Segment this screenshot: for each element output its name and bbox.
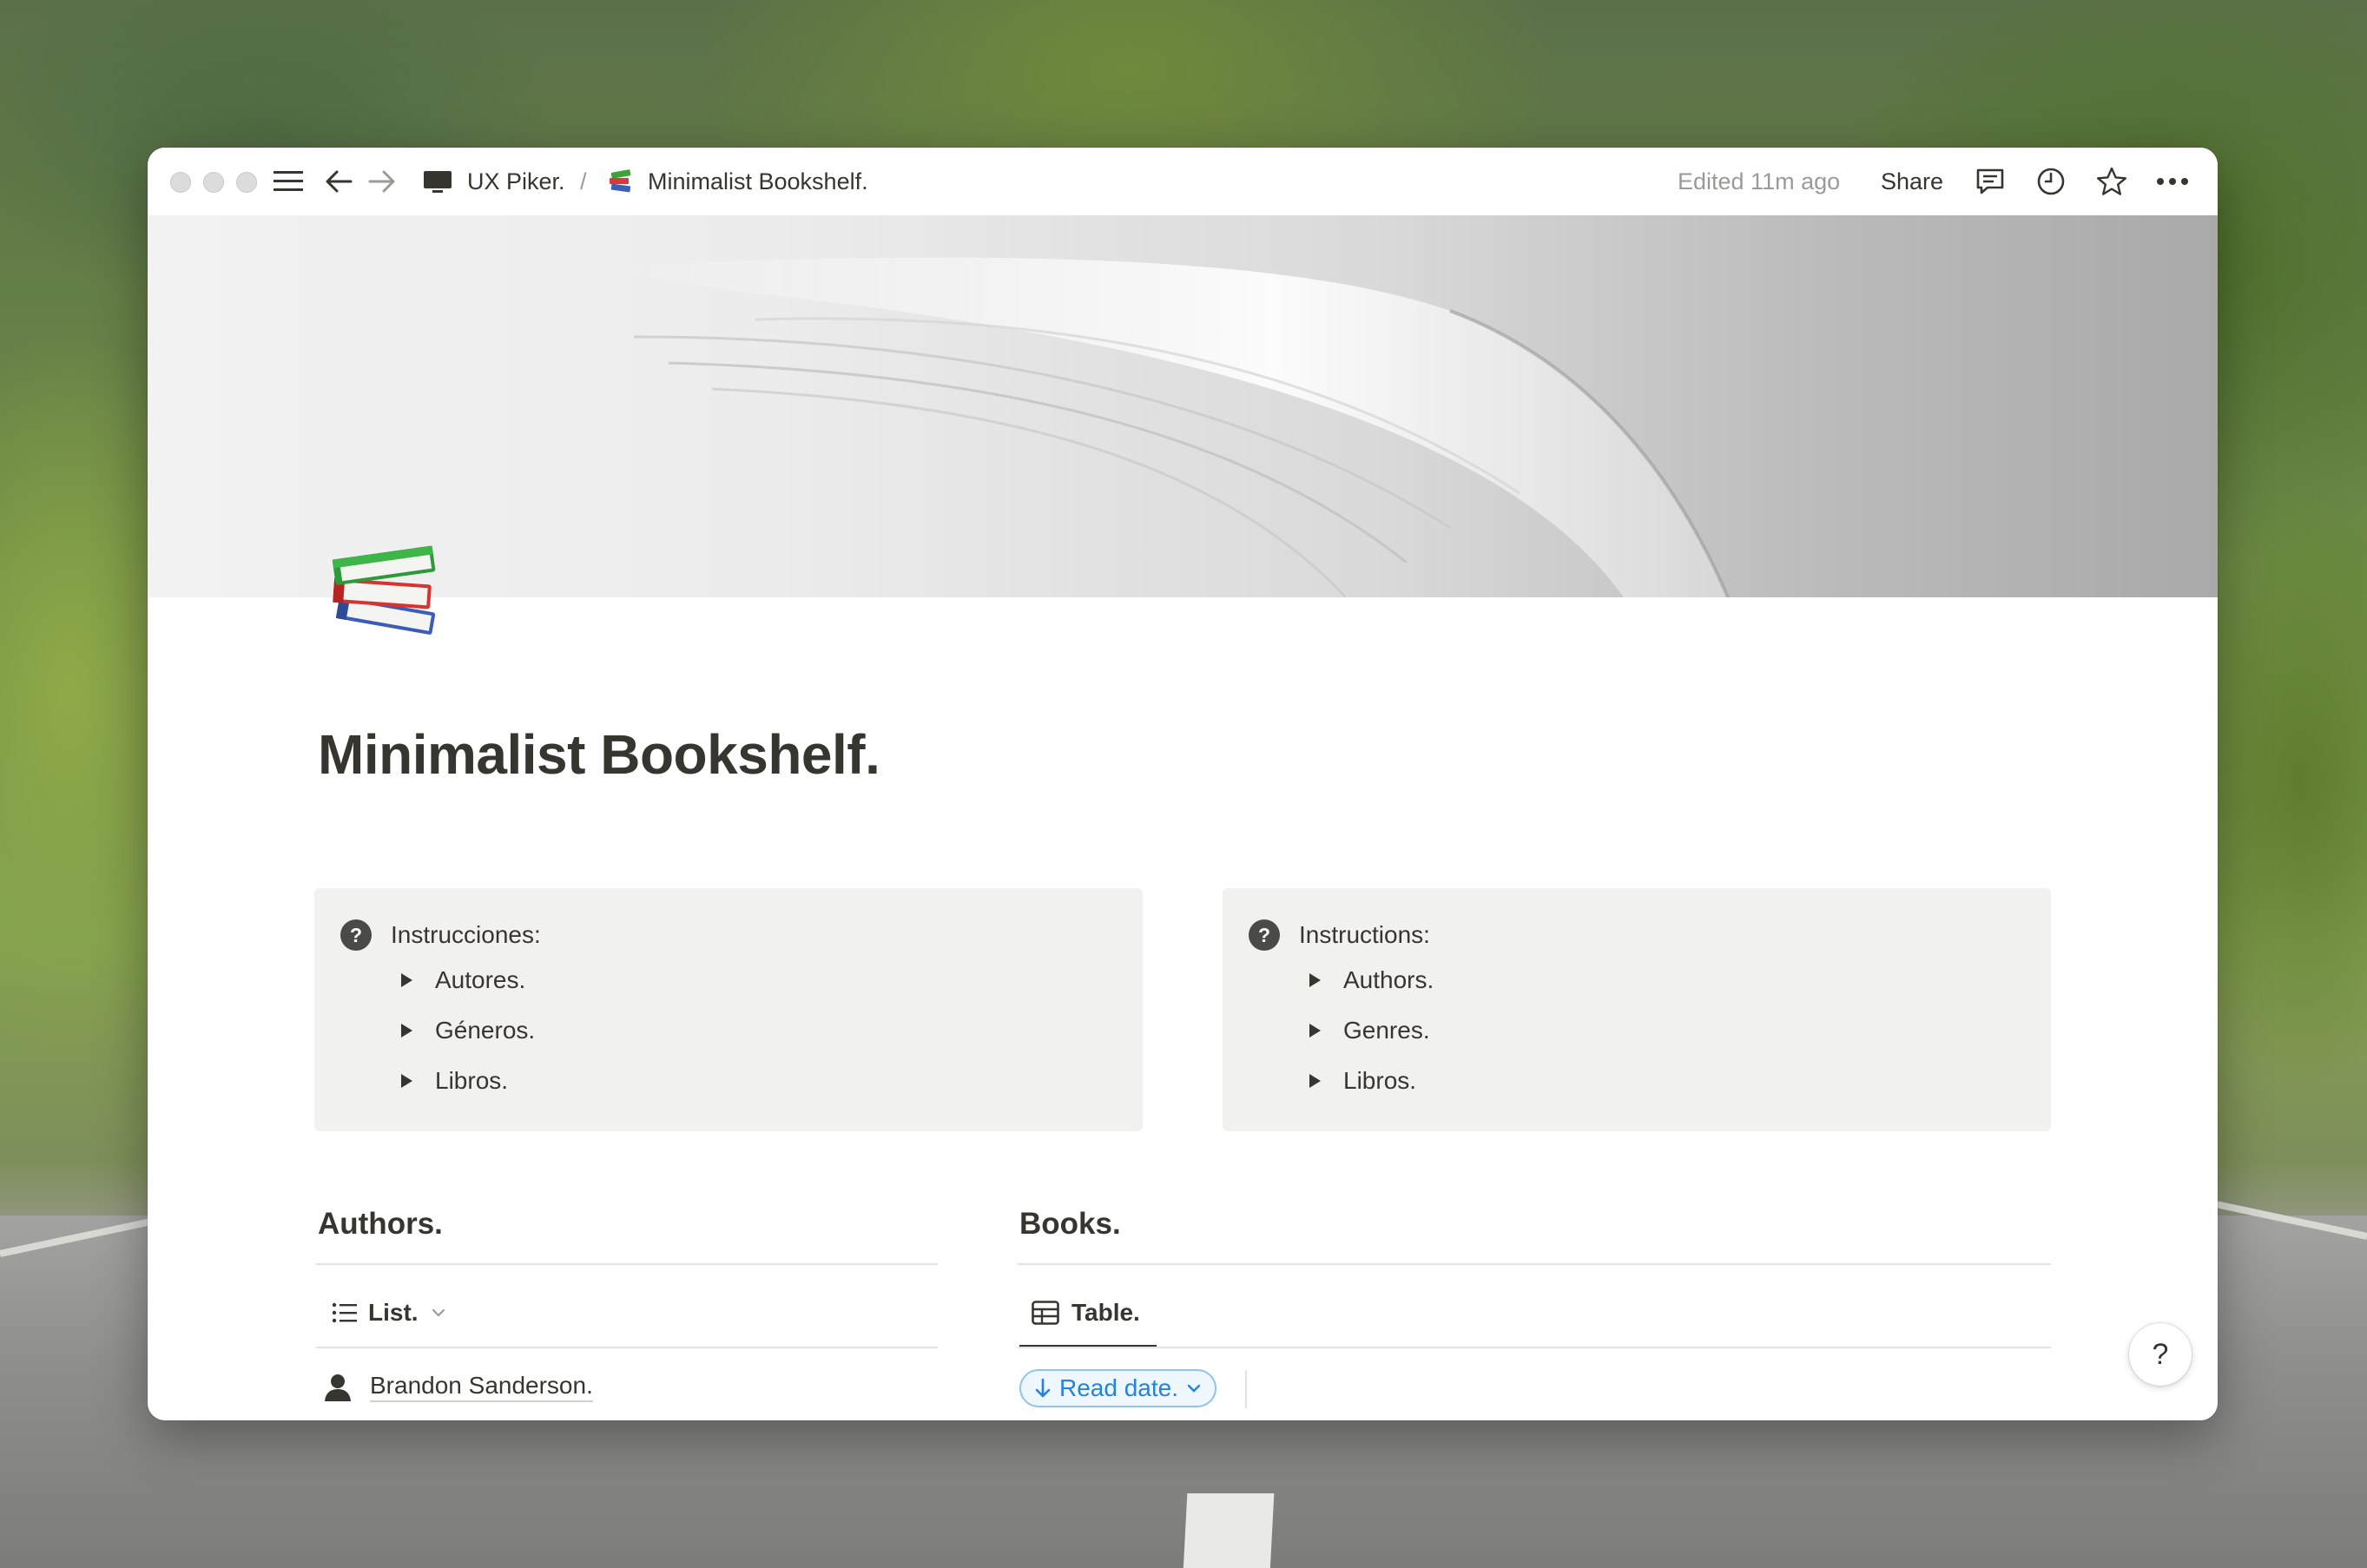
zoom-window-button[interactable]: [236, 172, 257, 193]
books-view-label: Table.: [1071, 1299, 1140, 1326]
toggle-item-autores[interactable]: Autores.: [401, 966, 525, 994]
sidebar-menu-icon[interactable]: [271, 164, 306, 199]
author-list-item[interactable]: Brandon Sanderson.: [323, 1372, 593, 1402]
history-clock-icon[interactable]: [2034, 164, 2068, 199]
toggle-triangle-icon[interactable]: [1309, 1024, 1321, 1038]
authors-view-list-tab[interactable]: List.: [332, 1299, 446, 1327]
breadcrumb-separator: /: [580, 168, 587, 194]
toggle-label: Libros.: [435, 1067, 509, 1094]
toggle-triangle-icon[interactable]: [401, 1074, 412, 1088]
callout-instructions-es: ? Instrucciones: Autores. Géneros. Libro…: [314, 888, 1143, 1131]
authors-divider: [316, 1263, 938, 1265]
back-arrow-icon[interactable]: [321, 164, 356, 199]
workspace-computer-icon: [420, 164, 455, 199]
filter-bar-divider: [1245, 1370, 1247, 1408]
books-view-divider: [1018, 1347, 2051, 1348]
breadcrumb-page[interactable]: Minimalist Bookshelf.: [648, 148, 868, 215]
books-emoji-icon: [603, 164, 637, 199]
person-icon: [325, 1374, 351, 1401]
toggle-item-generos[interactable]: Géneros.: [401, 1017, 535, 1044]
toggle-label: Autores.: [435, 966, 526, 993]
edited-timestamp: Edited 11m ago: [1678, 168, 1841, 194]
authors-heading[interactable]: Authors.: [318, 1207, 443, 1242]
toggle-item-authors[interactable]: Authors.: [1309, 966, 1434, 994]
minimize-window-button[interactable]: [203, 172, 224, 193]
chevron-down-icon[interactable]: [431, 1308, 446, 1318]
sort-filter-pill[interactable]: Read date.: [1019, 1369, 1216, 1407]
author-name[interactable]: Brandon Sanderson.: [370, 1372, 593, 1402]
window-controls: [170, 172, 257, 193]
toggle-item-genres[interactable]: Genres.: [1309, 1017, 1430, 1044]
toggle-triangle-icon[interactable]: [1309, 1074, 1321, 1088]
toggle-triangle-icon[interactable]: [401, 973, 412, 987]
books-divider: [1018, 1263, 2051, 1265]
books-heading[interactable]: Books.: [1019, 1207, 1121, 1242]
comment-icon[interactable]: [1973, 164, 2008, 199]
toggle-item-libros[interactable]: Libros.: [401, 1067, 508, 1095]
toggle-triangle-icon[interactable]: [401, 1024, 412, 1038]
callout-heading: Instructions:: [1299, 921, 1430, 948]
favorite-star-icon[interactable]: [2094, 164, 2129, 199]
page-cover-image[interactable]: [148, 215, 2218, 597]
toggle-triangle-icon[interactable]: [1309, 973, 1321, 987]
help-button[interactable]: ?: [2129, 1323, 2192, 1386]
more-options-icon[interactable]: [2155, 164, 2190, 199]
question-circle-icon: ?: [1249, 919, 1280, 951]
authors-view-label: List.: [368, 1299, 419, 1326]
list-icon: [332, 1302, 357, 1323]
arrow-down-icon: [1035, 1378, 1051, 1398]
toggle-label: Libros.: [1343, 1067, 1417, 1094]
toggle-label: Genres.: [1343, 1017, 1430, 1044]
app-window: UX Piker. / Minimalist Bookshelf. Edited…: [148, 148, 2218, 1420]
table-icon: [1032, 1301, 1059, 1325]
title-bar: UX Piker. / Minimalist Bookshelf. Edited…: [148, 148, 2218, 215]
road-line: [1183, 1493, 1275, 1568]
sort-label: Read date.: [1059, 1374, 1178, 1401]
authors-view-divider: [316, 1347, 938, 1348]
callout-heading: Instrucciones:: [391, 921, 541, 948]
forward-arrow-icon[interactable]: [365, 164, 399, 199]
page-title[interactable]: Minimalist Bookshelf.: [318, 722, 880, 787]
share-button[interactable]: Share: [1881, 148, 1943, 215]
breadcrumb-workspace[interactable]: UX Piker.: [467, 148, 565, 215]
toggle-item-libros-en[interactable]: Libros.: [1309, 1067, 1416, 1095]
chevron-down-icon: [1187, 1384, 1201, 1393]
books-view-table-tab[interactable]: Table.: [1032, 1299, 1140, 1327]
toggle-label: Géneros.: [435, 1017, 536, 1044]
callout-instructions-en: ? Instructions: Authors. Genres. Libros.: [1223, 888, 2051, 1131]
close-window-button[interactable]: [170, 172, 191, 193]
toggle-label: Authors.: [1343, 966, 1434, 993]
question-circle-icon: ?: [340, 919, 372, 951]
page-icon-books[interactable]: [321, 521, 452, 651]
